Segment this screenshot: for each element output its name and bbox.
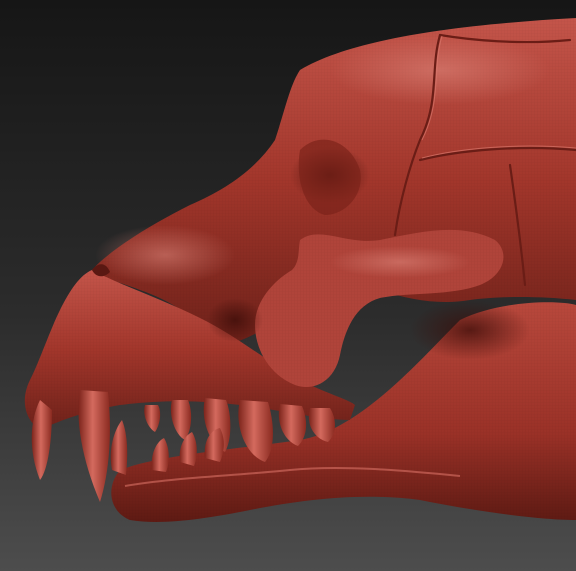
- sculpt-render: [0, 0, 576, 571]
- 3d-viewport[interactable]: [0, 0, 576, 571]
